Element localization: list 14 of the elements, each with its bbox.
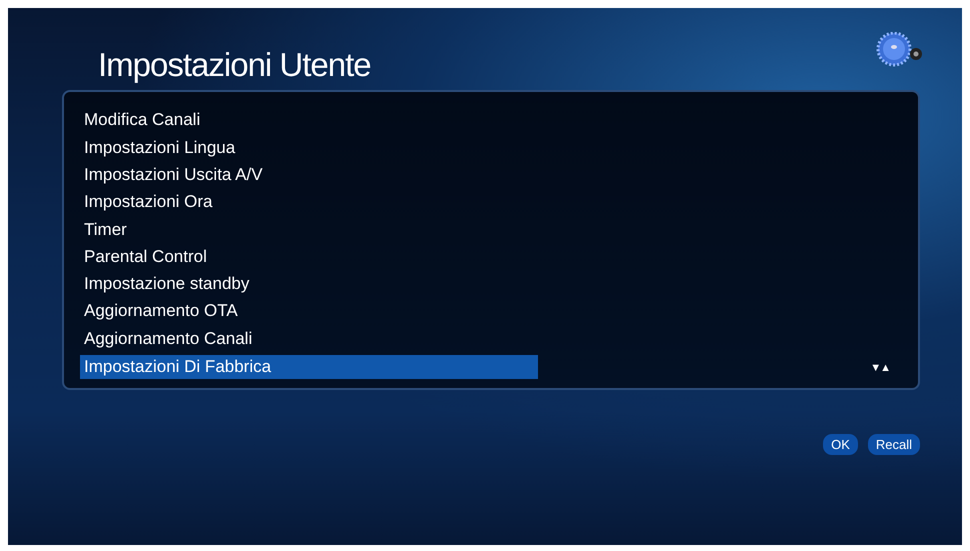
menu-item[interactable]: Impostazione standby <box>80 270 538 298</box>
page-title: Impostazioni Utente <box>98 46 371 85</box>
menu-item[interactable]: Impostazioni Ora <box>80 188 538 216</box>
remote-key-button[interactable]: Recall <box>868 434 920 455</box>
menu-item[interactable]: Impostazioni Uscita A/V <box>80 160 538 188</box>
menu-item[interactable]: Parental Control <box>80 242 538 270</box>
menu-item[interactable]: Timer <box>80 216 538 243</box>
menu-item[interactable]: Modifica Canali <box>80 106 538 134</box>
remote-key-button[interactable]: OK <box>823 434 858 455</box>
menu-item[interactable]: Aggiornamento OTA <box>80 297 538 325</box>
menu-item[interactable]: Impostazioni Lingua <box>80 134 538 161</box>
menu-item[interactable]: Impostazioni Di Fabbrica <box>80 355 538 379</box>
scroll-arrows: ▼▲ <box>870 362 890 374</box>
menu-item[interactable]: Aggiornamento Canali <box>80 324 538 352</box>
